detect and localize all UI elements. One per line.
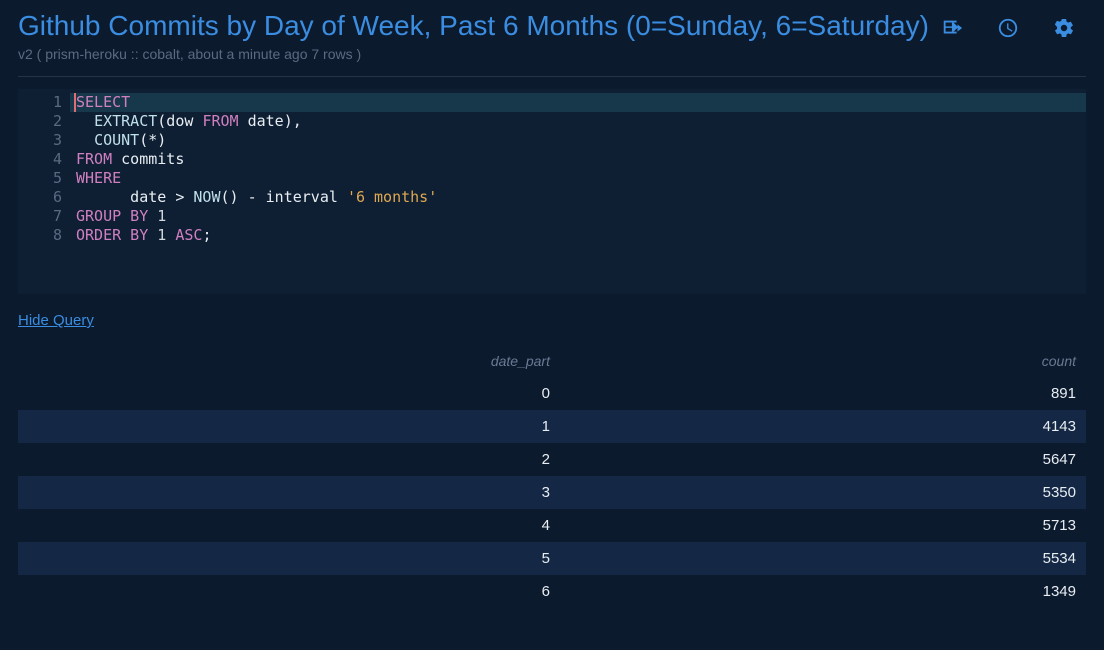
gear-icon[interactable]	[1052, 16, 1076, 40]
line-number: 4	[18, 150, 62, 169]
table-row[interactable]: 25647	[18, 443, 1086, 476]
results-table: date_part count 089114143256473535045713…	[18, 343, 1086, 608]
code-line[interactable]: EXTRACT(dow FROM date),	[76, 112, 1086, 131]
table-row[interactable]: 61349	[18, 575, 1086, 608]
title-block: Github Commits by Day of Week, Past 6 Mo…	[18, 10, 940, 62]
code-line[interactable]: WHERE	[76, 169, 1086, 188]
table-row[interactable]: 14143	[18, 410, 1086, 443]
code-line[interactable]: date > NOW() - interval '6 months'	[76, 188, 1086, 207]
cell-count: 5534	[556, 550, 1076, 567]
cell-date-part: 1	[28, 418, 556, 435]
line-number: 3	[18, 131, 62, 150]
code-line[interactable]: SELECT	[76, 93, 1086, 112]
cell-count: 5647	[556, 451, 1076, 468]
column-header-count: count	[556, 353, 1076, 369]
table-row[interactable]: 0891	[18, 377, 1086, 410]
table-header-row: date_part count	[18, 343, 1086, 377]
column-header-date-part: date_part	[28, 353, 556, 369]
cell-count: 1349	[556, 583, 1076, 600]
cell-date-part: 3	[28, 484, 556, 501]
code-line[interactable]: FROM commits	[76, 150, 1086, 169]
cell-count: 891	[556, 385, 1076, 402]
divider	[18, 76, 1086, 77]
hide-query-link[interactable]: Hide Query	[18, 312, 94, 329]
page-title: Github Commits by Day of Week, Past 6 Mo…	[18, 10, 940, 42]
line-number: 1	[18, 93, 62, 112]
header: Github Commits by Day of Week, Past 6 Mo…	[0, 0, 1104, 62]
cell-date-part: 2	[28, 451, 556, 468]
history-icon[interactable]	[996, 16, 1020, 40]
line-number: 8	[18, 226, 62, 245]
line-gutter: 12345678	[18, 89, 70, 294]
code-line[interactable]: ORDER BY 1 ASC;	[76, 226, 1086, 245]
line-number: 5	[18, 169, 62, 188]
table-row[interactable]: 35350	[18, 476, 1086, 509]
cell-date-part: 0	[28, 385, 556, 402]
cell-date-part: 5	[28, 550, 556, 567]
line-number: 2	[18, 112, 62, 131]
code-area[interactable]: SELECT EXTRACT(dow FROM date), COUNT(*)F…	[70, 89, 1086, 294]
hide-query-toggle: Hide Query	[18, 312, 1086, 329]
cell-date-part: 6	[28, 583, 556, 600]
sql-editor[interactable]: 12345678 SELECT EXTRACT(dow FROM date), …	[18, 89, 1086, 294]
page-meta: v2 ( prism-heroku :: cobalt, about a min…	[18, 46, 940, 62]
line-number: 6	[18, 188, 62, 207]
cell-count: 5350	[556, 484, 1076, 501]
line-number: 7	[18, 207, 62, 226]
cursor	[74, 93, 76, 112]
table-row[interactable]: 55534	[18, 542, 1086, 575]
cell-count: 4143	[556, 418, 1076, 435]
cell-count: 5713	[556, 517, 1076, 534]
code-line[interactable]: GROUP BY 1	[76, 207, 1086, 226]
action-bar	[940, 10, 1086, 40]
table-row[interactable]: 45713	[18, 509, 1086, 542]
code-line[interactable]: COUNT(*)	[76, 131, 1086, 150]
cell-date-part: 4	[28, 517, 556, 534]
share-icon[interactable]	[940, 16, 964, 40]
